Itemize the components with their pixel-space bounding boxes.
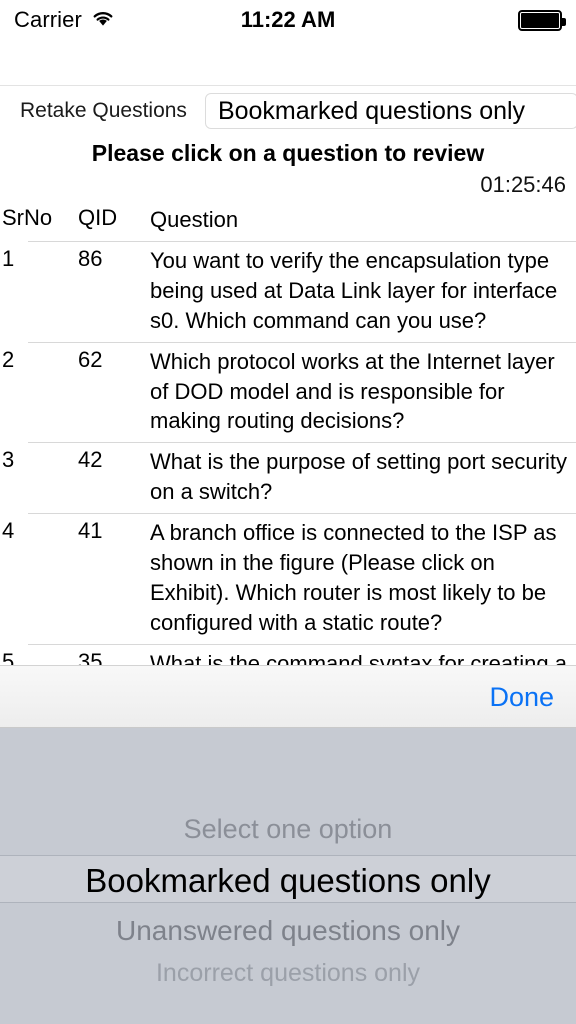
- column-header-srno: SrNo: [2, 205, 53, 230]
- picker-wheel[interactable]: Select one option Bookmarked questions o…: [0, 728, 576, 1024]
- cell-srno: 3: [2, 447, 15, 473]
- wifi-icon: [90, 8, 116, 33]
- status-bar: Carrier 11:22 AM: [0, 0, 576, 40]
- cell-srno: 2: [2, 346, 15, 372]
- picker-option-unanswered[interactable]: Unanswered questions only: [0, 915, 576, 947]
- picker-option-bookmarked[interactable]: Bookmarked questions only: [0, 862, 576, 900]
- table-row[interactable]: 3 42 What is the purpose of setting port…: [0, 442, 576, 513]
- picker-toolbar: Done: [0, 665, 576, 728]
- cell-qid: 62: [78, 346, 103, 372]
- carrier-label: Carrier: [14, 7, 82, 32]
- cell-question: What is the purpose of setting port secu…: [150, 449, 567, 505]
- cell-question: Which protocol works at the Internet lay…: [150, 348, 555, 434]
- cell-srno: 4: [2, 518, 15, 544]
- done-button[interactable]: Done: [489, 682, 554, 713]
- instruction-text: Please click on a question to review: [91, 140, 485, 166]
- cell-qid: 41: [78, 518, 103, 544]
- cell-qid: 86: [78, 245, 103, 271]
- picker-overlay: Done Select one option Bookmarked questi…: [0, 665, 576, 1024]
- table-row[interactable]: 4 41 A branch office is connected to the…: [0, 513, 576, 644]
- header-divider: [0, 85, 576, 86]
- column-header-question: Question: [150, 207, 239, 232]
- app-screen: Carrier 11:22 AM Retake Questions Bookma…: [0, 0, 576, 1024]
- status-bar-right: [518, 0, 566, 40]
- status-bar-left: Carrier: [14, 7, 116, 33]
- countdown-timer: 01:25:46: [480, 172, 566, 197]
- clock-label: 11:22 AM: [240, 7, 336, 32]
- table-row[interactable]: 1 86 You want to verify the encapsulatio…: [0, 240, 576, 342]
- picker-option-select-one-option[interactable]: Select one option: [0, 814, 576, 845]
- retake-questions-label: Retake Questions: [20, 99, 187, 122]
- retake-questions-select-field[interactable]: Bookmarked questions only: [204, 93, 576, 129]
- cell-srno: 1: [2, 245, 15, 271]
- cell-question: A branch office is connected to the ISP …: [150, 520, 557, 635]
- cell-question: You want to verify the encapsulation typ…: [150, 247, 558, 333]
- picker-option-incorrect[interactable]: Incorrect questions only: [0, 959, 576, 988]
- cell-qid: 42: [78, 447, 103, 473]
- column-header-qid: QID: [78, 205, 118, 230]
- table-row[interactable]: 2 62 Which protocol works at the Interne…: [0, 341, 576, 443]
- table-header-row: SrNo QID Question: [0, 200, 576, 241]
- question-table[interactable]: SrNo QID Question 1 86 You want to verif…: [0, 200, 576, 670]
- retake-questions-row: Retake Questions Bookmarked questions on…: [0, 92, 576, 130]
- battery-full-icon: [518, 9, 566, 31]
